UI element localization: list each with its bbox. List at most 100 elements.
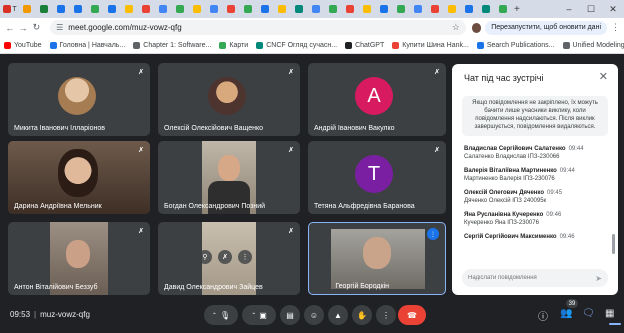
participant-name: Олексій Олексійович Ващенко bbox=[164, 125, 263, 132]
participant-tile-active-speaker[interactable]: ⋮ Георгій Бородкін bbox=[308, 222, 446, 295]
participant-tile[interactable]: ✗ Антон Віталійович Беззуб bbox=[8, 222, 150, 295]
present-screen-button[interactable]: ▲ bbox=[328, 305, 348, 325]
browser-tab[interactable]: T bbox=[2, 2, 18, 16]
bookmark-item[interactable]: YouTube bbox=[4, 41, 42, 49]
message-time: 09:44 bbox=[568, 146, 584, 152]
emoji-reactions-button[interactable]: ☺ bbox=[304, 305, 324, 325]
chat-icon[interactable]: 🗨 bbox=[582, 308, 595, 319]
site-info-icon[interactable]: ☰ bbox=[56, 23, 63, 32]
new-tab-icon[interactable]: + bbox=[514, 4, 520, 15]
mic-toggle-button[interactable]: ⌃ 🎙 bbox=[204, 305, 238, 325]
browser-tab[interactable] bbox=[376, 2, 392, 16]
bookmark-label: Карти bbox=[229, 41, 249, 49]
bookmark-item[interactable]: Купити Шина Hank... bbox=[392, 41, 469, 49]
bookmark-favicon-icon bbox=[392, 41, 400, 49]
restart-update-button[interactable]: Перезапустити, щоб оновити дані bbox=[485, 20, 607, 35]
participant-tile[interactable]: ✗ Дарина Андріївна Мельник bbox=[8, 141, 150, 214]
participant-tile[interactable]: A ✗ Андрій Іванович Вакулко bbox=[308, 63, 446, 136]
chat-scrollbar[interactable] bbox=[612, 234, 615, 254]
more-options-icon[interactable]: ⋮ bbox=[238, 250, 252, 264]
pin-icon[interactable]: ⚲ bbox=[198, 250, 212, 264]
browser-tab[interactable] bbox=[240, 2, 256, 16]
browser-tab[interactable] bbox=[189, 2, 205, 16]
browser-tab[interactable] bbox=[36, 2, 52, 16]
camera-off-icon: ▣ bbox=[259, 310, 267, 320]
bookmark-item[interactable]: Chapter 1: Software... bbox=[133, 41, 211, 49]
chat-active-indicator bbox=[609, 323, 621, 325]
browser-tab[interactable] bbox=[70, 2, 86, 16]
tab-favicon bbox=[124, 5, 133, 13]
participant-tile[interactable]: ✗ Богдан Олександрович Позний bbox=[158, 141, 300, 214]
send-icon[interactable]: ➤ bbox=[595, 274, 602, 283]
tab-favicon bbox=[498, 5, 507, 13]
close-icon[interactable]: ✕ bbox=[599, 70, 608, 83]
browser-tab[interactable] bbox=[172, 2, 188, 16]
browser-tab[interactable] bbox=[19, 2, 35, 16]
more-options-button[interactable]: ⋮ bbox=[376, 305, 396, 325]
captions-button[interactable]: ▤ bbox=[280, 305, 300, 325]
address-bar[interactable]: ☰ meet.google.com/muz-vowz-qfg ☆ bbox=[50, 20, 466, 35]
raise-hand-button[interactable]: ✋ bbox=[352, 305, 372, 325]
browser-tab[interactable] bbox=[393, 2, 409, 16]
back-icon[interactable]: ← bbox=[4, 23, 15, 33]
bookmark-item[interactable]: Карти bbox=[219, 41, 249, 49]
message-time: 09:44 bbox=[559, 168, 575, 174]
people-icon[interactable]: 👥 bbox=[560, 308, 572, 319]
bookmark-star-icon[interactable]: ☆ bbox=[452, 22, 460, 33]
bookmark-item[interactable]: Search Publications... bbox=[476, 41, 555, 49]
browser-tab[interactable] bbox=[495, 2, 511, 16]
browser-tab[interactable] bbox=[223, 2, 239, 16]
browser-tab[interactable] bbox=[359, 2, 375, 16]
participant-tile[interactable]: ✗ Олексій Олексійович Ващенко bbox=[158, 63, 300, 136]
activities-icon[interactable]: ▦ bbox=[605, 308, 614, 319]
meeting-details-icon[interactable]: ⓘ bbox=[538, 308, 548, 323]
bookmark-item[interactable]: Unified Modeling La... bbox=[562, 41, 624, 49]
url-text[interactable]: meet.google.com/muz-vowz-qfg bbox=[68, 23, 451, 32]
mute-participant-icon[interactable]: ✗ bbox=[218, 250, 232, 264]
browser-tab[interactable] bbox=[274, 2, 290, 16]
browser-tab[interactable] bbox=[121, 2, 137, 16]
camera-toggle-button[interactable]: ⌃ ▣ bbox=[242, 305, 276, 325]
browser-toolbar: ← → ↻ ☰ meet.google.com/muz-vowz-qfg ☆ П… bbox=[0, 18, 624, 37]
browser-menu-icon[interactable]: ⋮ bbox=[611, 22, 620, 33]
browser-tab[interactable] bbox=[291, 2, 307, 16]
browser-tab[interactable] bbox=[104, 2, 120, 16]
close-window-icon[interactable]: ✕ bbox=[602, 0, 624, 18]
captions-icon: ▤ bbox=[286, 310, 294, 320]
minimize-icon[interactable]: – bbox=[558, 0, 580, 18]
chat-message-input[interactable] bbox=[468, 275, 596, 281]
browser-tab[interactable] bbox=[53, 2, 69, 16]
mic-off-icon: ✗ bbox=[138, 69, 144, 76]
browser-tab[interactable] bbox=[206, 2, 222, 16]
participant-tile[interactable]: ✗ Микита Іванович Ілларіонов bbox=[8, 63, 150, 136]
browser-tab[interactable] bbox=[138, 2, 154, 16]
browser-tab[interactable] bbox=[478, 2, 494, 16]
participant-name: Георгій Бородкін bbox=[335, 283, 389, 290]
chat-input-box[interactable]: ➤ bbox=[462, 269, 608, 287]
browser-tab[interactable] bbox=[444, 2, 460, 16]
browser-tab[interactable] bbox=[342, 2, 358, 16]
bookmark-item[interactable]: ChatGPT bbox=[345, 41, 384, 49]
browser-tab[interactable] bbox=[87, 2, 103, 16]
tab-favicon bbox=[481, 5, 490, 13]
bookmark-favicon-icon bbox=[219, 41, 227, 49]
participant-tile[interactable]: T ✗ Тетяна Альфредівна Баранова bbox=[308, 141, 446, 214]
forward-icon[interactable]: → bbox=[17, 23, 28, 33]
maximize-icon[interactable]: ☐ bbox=[580, 0, 602, 18]
browser-tab[interactable] bbox=[427, 2, 443, 16]
browser-tab[interactable] bbox=[257, 2, 273, 16]
reload-icon[interactable]: ↻ bbox=[31, 22, 42, 33]
browser-tab[interactable] bbox=[308, 2, 324, 16]
browser-tab[interactable] bbox=[410, 2, 426, 16]
profile-avatar[interactable] bbox=[471, 22, 482, 33]
browser-tab[interactable] bbox=[155, 2, 171, 16]
bookmark-favicon-icon bbox=[133, 41, 141, 49]
bookmark-item[interactable]: Головна | Навчаль... bbox=[49, 41, 125, 49]
message-time: 09:46 bbox=[546, 212, 562, 218]
browser-tab[interactable] bbox=[325, 2, 341, 16]
leave-call-button[interactable]: ☎ bbox=[398, 305, 426, 325]
browser-tab[interactable] bbox=[461, 2, 477, 16]
bookmark-item[interactable]: CNCF Огляд сучасн... bbox=[256, 41, 337, 49]
participant-tile[interactable]: ⚲ ✗ ⋮ ✗ Давид Олександрович Зайцев bbox=[158, 222, 300, 295]
tab-favicon bbox=[107, 5, 116, 13]
